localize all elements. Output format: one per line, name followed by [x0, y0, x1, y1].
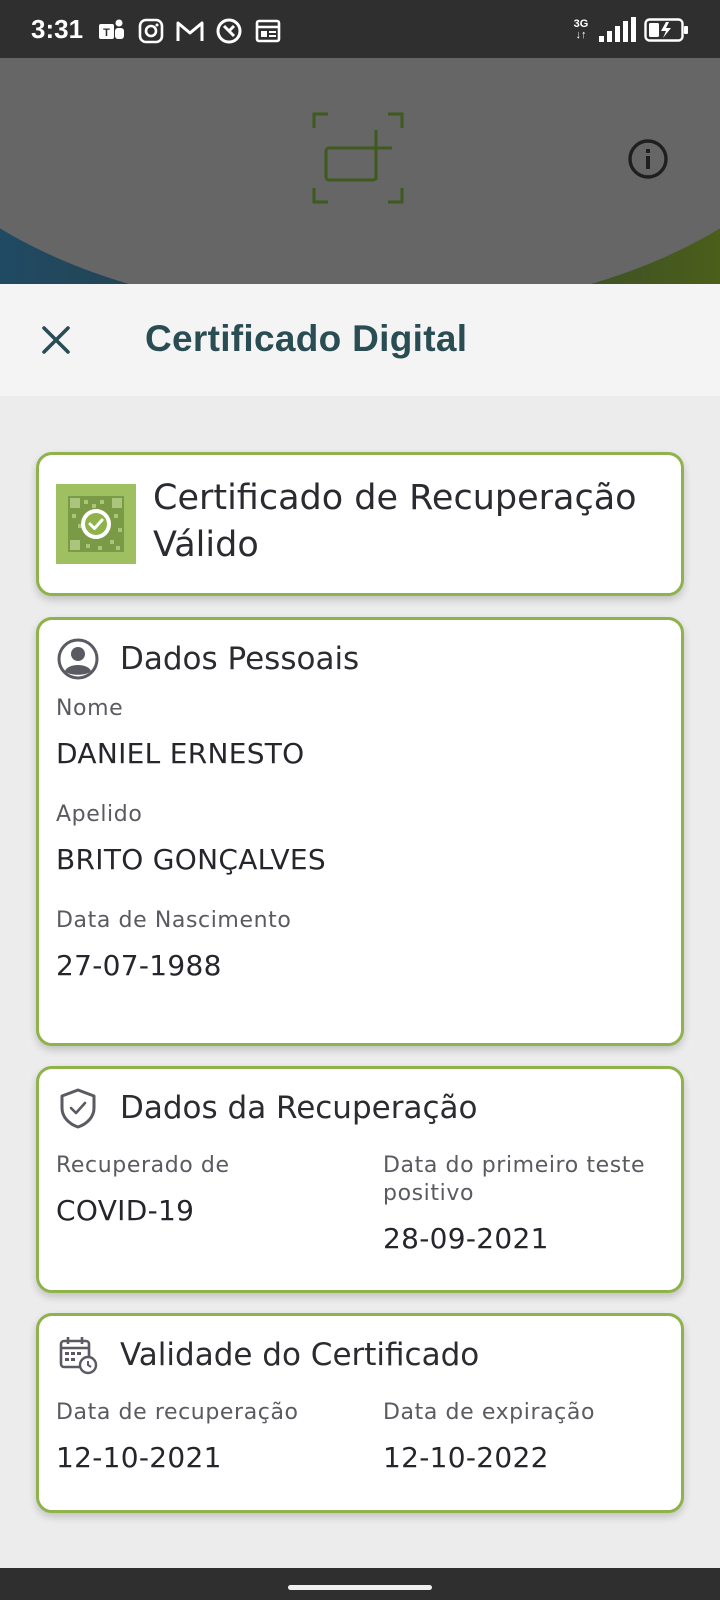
- close-icon[interactable]: [34, 318, 78, 362]
- instagram-icon: [138, 18, 164, 44]
- personal-data-title: Dados Pessoais: [120, 641, 360, 677]
- expiry-date-value: 12-10-2022: [383, 1441, 549, 1474]
- notification-icons: T: [97, 17, 283, 45]
- modal-header: Certificado Digital: [0, 284, 720, 396]
- calendar-clock-icon: [59, 1337, 98, 1375]
- system-icons: 3G ↓↑: [572, 17, 690, 43]
- name-label: Nome: [56, 696, 124, 721]
- svg-text:T: T: [103, 27, 110, 39]
- teams-icon: T: [99, 19, 124, 39]
- info-icon[interactable]: [627, 138, 669, 180]
- gmail-icon: [176, 21, 204, 41]
- recovered-from-label: Recuperado de: [56, 1153, 230, 1178]
- browser-icon: [216, 18, 242, 44]
- first-positive-label: Data do primeiro teste positivo: [383, 1153, 646, 1206]
- recovery-date-value: 12-10-2021: [56, 1441, 222, 1474]
- shield-check-icon: [60, 1088, 96, 1129]
- qr-code[interactable]: [56, 484, 136, 564]
- name-value: DANIEL ERNESTO: [56, 737, 305, 770]
- calendar-icon: [255, 19, 281, 43]
- personal-data-header: Dados Pessoais: [56, 637, 359, 681]
- status-bar: 3:31 T 3G ↓↑: [0, 0, 720, 58]
- dob-value: 27-07-1988: [56, 949, 222, 982]
- certificate-status: Certificado de Recuperação Válido: [153, 478, 637, 565]
- first-positive-value: 28-09-2021: [383, 1222, 549, 1255]
- surname-value: BRITO GONÇALVES: [56, 843, 326, 876]
- recovery-date-label: Data de recuperação: [56, 1400, 299, 1425]
- dob-label: Data de Nascimento: [56, 908, 292, 933]
- recovery-date-field: Data de recuperação 12-10-2021: [56, 1399, 356, 1474]
- recovery-data-card: Dados da Recuperação Recuperado de COVID…: [36, 1066, 684, 1293]
- validity-card: Validade do Certificado Data de recupera…: [36, 1313, 684, 1513]
- recovered-from-value: COVID-19: [56, 1194, 195, 1227]
- app-logo-icon: [312, 112, 404, 204]
- modal-title: Certificado Digital: [145, 318, 468, 359]
- surname-field: Apelido BRITO GONÇALVES: [56, 801, 326, 876]
- expiry-date-label: Data de expiração: [383, 1400, 596, 1425]
- dob-field: Data de Nascimento 27-07-1988: [56, 907, 291, 982]
- surname-label: Apelido: [56, 802, 143, 827]
- qr-pattern: [68, 496, 124, 552]
- home-gesture-handle[interactable]: [288, 1585, 432, 1590]
- first-positive-field: Data do primeiro teste positivo 28-09-20…: [383, 1152, 673, 1255]
- network-type: 3G ↓↑: [573, 18, 589, 41]
- validity-title: Validade do Certificado: [120, 1337, 480, 1373]
- app-header: [0, 58, 720, 284]
- validity-header: Validade do Certificado: [56, 1333, 479, 1377]
- recovery-data-header: Dados da Recuperação: [56, 1086, 477, 1130]
- battery-icon: [644, 18, 688, 42]
- expiry-date-field: Data de expiração 12-10-2022: [383, 1399, 673, 1474]
- user-circle-icon: [57, 638, 99, 680]
- personal-data-card: Dados Pessoais Nome DANIEL ERNESTO Apeli…: [36, 617, 684, 1046]
- navigation-bar: [0, 1568, 720, 1600]
- name-field: Nome DANIEL ERNESTO: [56, 695, 305, 770]
- signal-icon: [599, 17, 636, 42]
- status-time: 3:31: [31, 14, 84, 44]
- recovered-from-field: Recuperado de COVID-19: [56, 1152, 356, 1227]
- certificate-status-card: Certificado de Recuperação Válido: [36, 452, 684, 596]
- recovery-data-title: Dados da Recuperação: [120, 1090, 478, 1126]
